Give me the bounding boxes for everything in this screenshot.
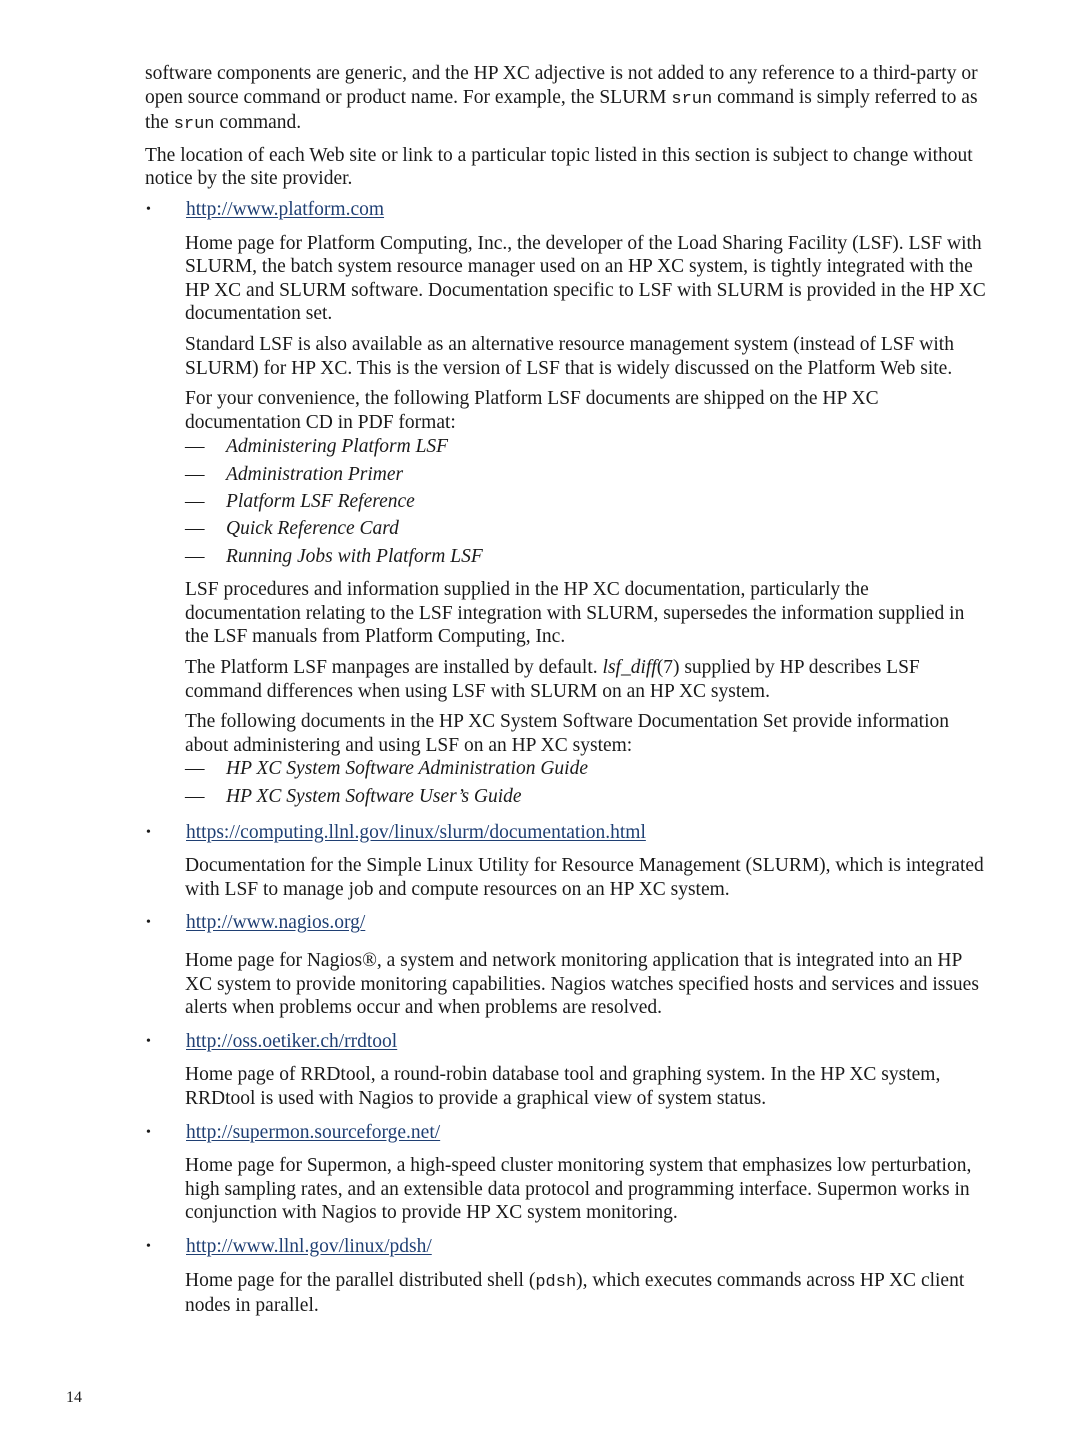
bullet-icon: • xyxy=(146,915,151,931)
bullet-icon: • xyxy=(146,1033,151,1049)
dash-icon: — xyxy=(185,786,205,808)
dash-icon: — xyxy=(185,463,205,485)
platform-description-2: Standard LSF is also available as an alt… xyxy=(185,333,954,379)
list-item: — HP XC System Software User’s Guide xyxy=(185,786,522,808)
hpxc-docs-intro: The following documents in the HP XC Sys… xyxy=(185,711,949,756)
link-list-item: • http://supermon.sourceforge.net/ xyxy=(145,1121,987,1147)
dash-icon: — xyxy=(185,491,205,513)
supermon-description: Home page for Supermon, a high-speed clu… xyxy=(185,1155,972,1224)
code-srun: srun xyxy=(671,89,713,109)
list-item: — HP XC System Software Administration Gu… xyxy=(185,758,589,780)
link-list-item: • http://www.platform.com xyxy=(145,198,987,224)
hpxc-document-list: — HP XC System Software Administration Gu… xyxy=(185,757,987,812)
slurm-description: Documentation for the Simple Linux Utili… xyxy=(185,855,984,900)
bullet-icon: • xyxy=(146,1124,151,1140)
code-pdsh: pdsh xyxy=(535,1272,577,1292)
dash-icon: — xyxy=(185,518,205,540)
list-item: — Running Jobs with Platform LSF xyxy=(185,545,483,567)
rrdtool-description: Home page of RRDtool, a round-robin data… xyxy=(185,1064,941,1109)
page-number: 14 xyxy=(66,1389,82,1406)
link-list-item: • http://www.nagios.org/ xyxy=(145,911,987,937)
dash-icon: — xyxy=(185,545,205,567)
manpage-paragraph: The Platform LSF manpages are installed … xyxy=(185,657,920,702)
lsf-document-list: — Administering Platform LSF — Administrat… xyxy=(185,435,987,572)
list-item: — Platform LSF Reference xyxy=(185,491,415,513)
link-slurm-documentation[interactable]: https://computing.llnl.gov/linux/slurm/d… xyxy=(186,821,646,845)
bullet-icon: • xyxy=(146,824,151,840)
lsf-procedures-paragraph: LSF procedures and information supplied … xyxy=(185,579,965,648)
link-list-item: • http://www.llnl.gov/linux/pdsh/ xyxy=(145,1235,987,1261)
link-list-item: • https://computing.llnl.gov/linux/slurm… xyxy=(145,821,987,847)
nagios-description: Home page for Nagios®, a system and netw… xyxy=(185,949,979,1019)
code-srun: srun xyxy=(173,115,215,135)
link-pdsh[interactable]: http://www.llnl.gov/linux/pdsh/ xyxy=(186,1235,432,1259)
lsf-diff-reference: lsf_diff xyxy=(602,657,657,679)
dash-icon: — xyxy=(185,436,205,458)
platform-description-1: Home page for Platform Computing, Inc., … xyxy=(185,232,986,325)
link-supermon[interactable]: http://supermon.sourceforge.net/ xyxy=(186,1121,440,1145)
list-item: — Administering Platform LSF xyxy=(185,436,449,458)
list-item: — Administration Primer xyxy=(185,463,404,485)
link-list-item: • http://oss.oetiker.ch/rrdtool xyxy=(145,1030,987,1056)
list-item: — Quick Reference Card xyxy=(185,518,399,540)
intro-paragraph-2: The location of each Web site or link to… xyxy=(145,144,973,190)
dash-icon: — xyxy=(185,758,205,780)
platform-description-3: For your convenience, the following Plat… xyxy=(185,388,879,433)
intro-paragraph-1: software components are generic, and the… xyxy=(145,63,978,135)
bullet-icon: • xyxy=(146,201,151,217)
pdsh-description: Home page for the parallel distributed s… xyxy=(185,1269,965,1317)
bullet-icon: • xyxy=(146,1238,151,1254)
link-platform[interactable]: http://www.platform.com xyxy=(186,198,384,222)
link-nagios[interactable]: http://www.nagios.org/ xyxy=(186,911,365,935)
link-rrdtool[interactable]: http://oss.oetiker.ch/rrdtool xyxy=(186,1030,397,1054)
document-page: software components are generic, and the… xyxy=(145,62,987,1325)
